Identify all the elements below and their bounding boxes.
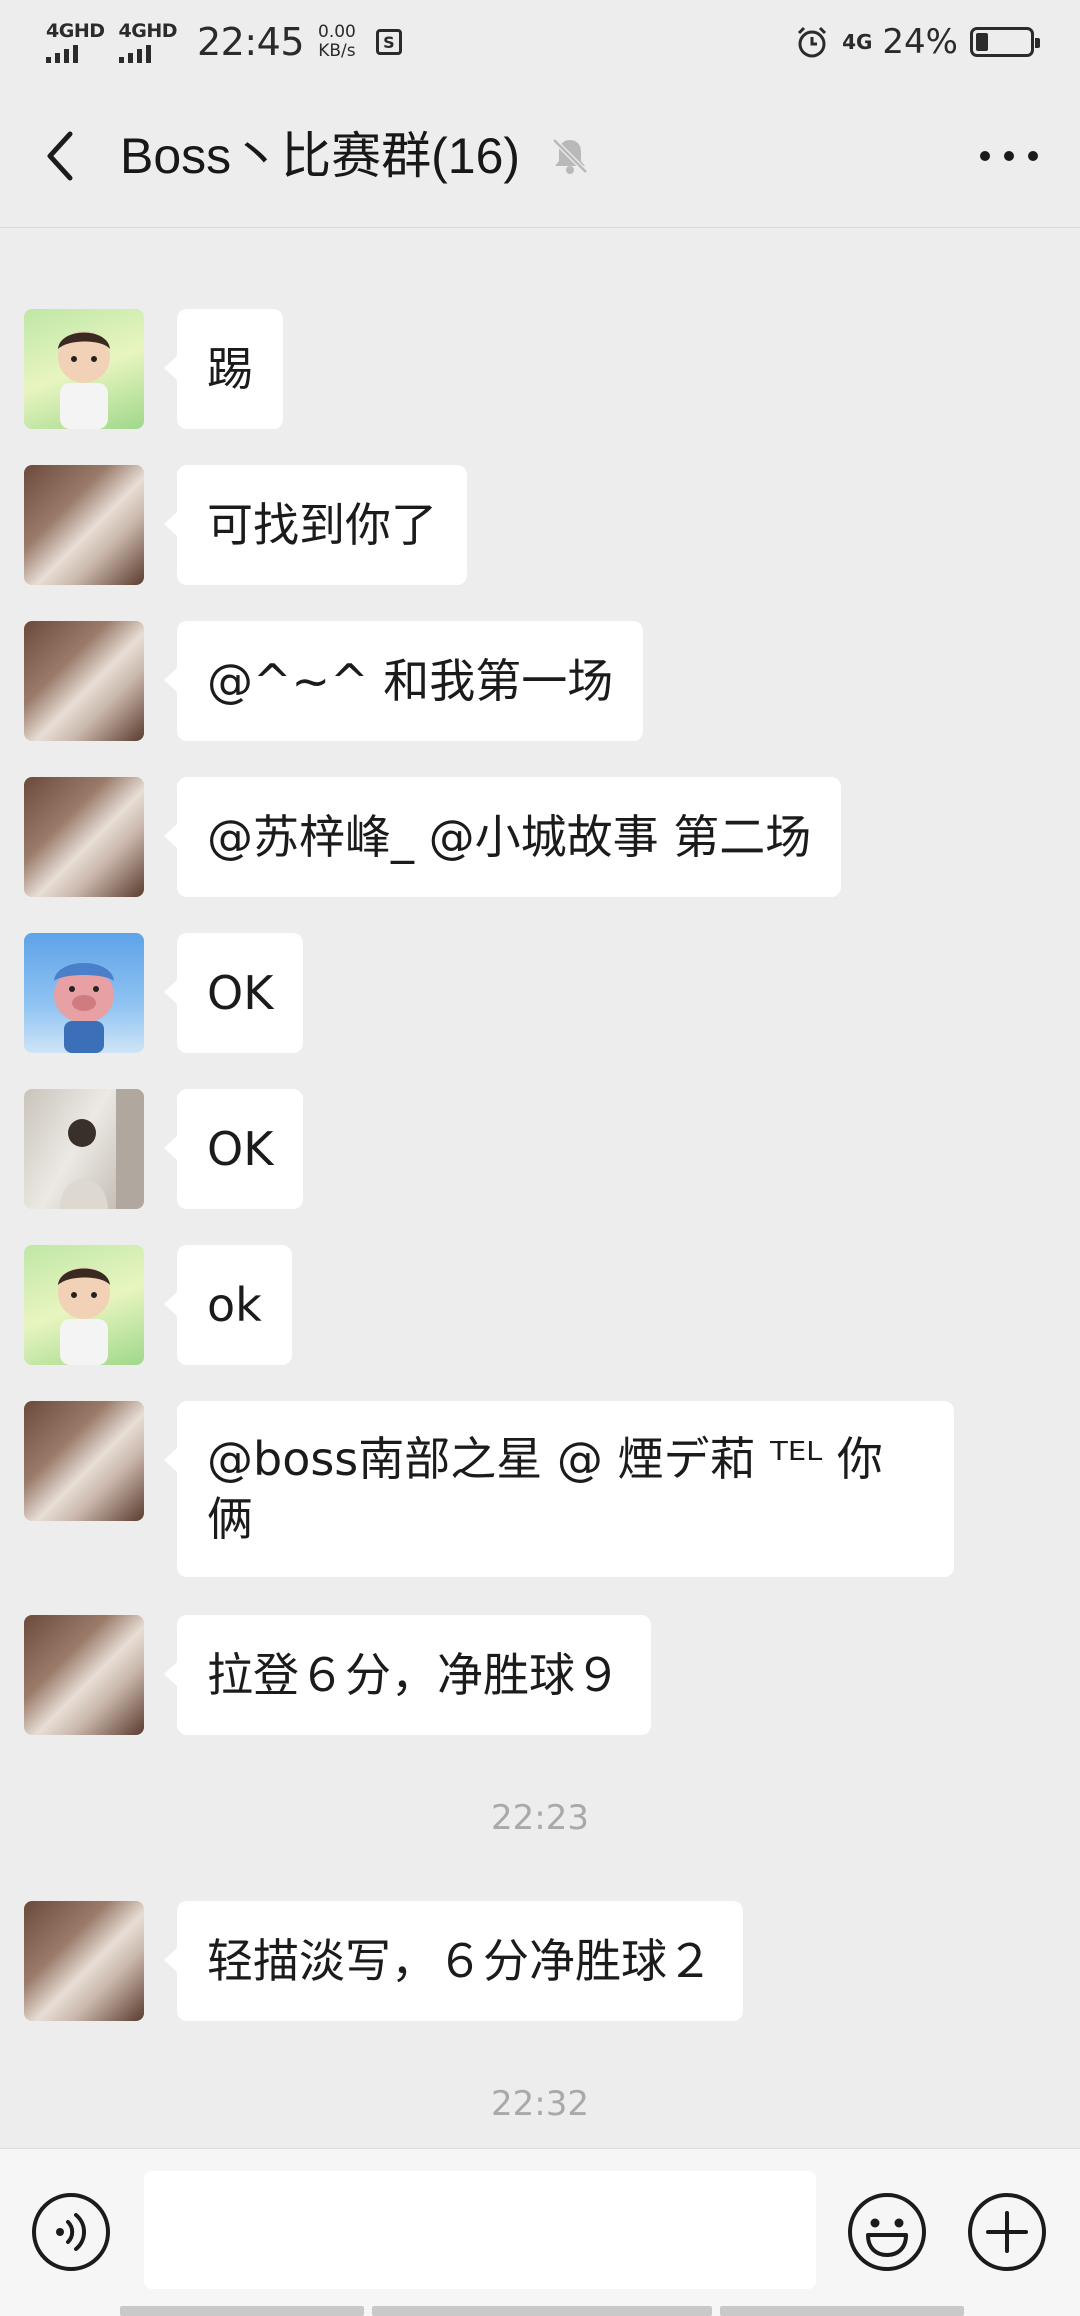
- message-bubble[interactable]: 轻描淡写，６分净胜球２: [164, 1901, 743, 2021]
- gesture-bar: [120, 2306, 972, 2316]
- battery-percent: 24%: [882, 22, 958, 62]
- message-text: 轻描淡写，６分净胜球２: [207, 1934, 713, 1988]
- battery-fill: [976, 33, 988, 51]
- sim2-signal-icon: 4GHD: [118, 20, 178, 63]
- speed-unit: KB/s: [318, 41, 356, 61]
- boy-avatar-art: [58, 1267, 110, 1365]
- message-bubble[interactable]: 踢: [164, 309, 283, 429]
- back-arrow-icon[interactable]: [36, 124, 84, 188]
- clock: 22:45: [197, 20, 305, 64]
- pig-avatar[interactable]: [24, 933, 144, 1053]
- message-bubble[interactable]: OK: [163, 933, 304, 1053]
- message-input[interactable]: [144, 2171, 816, 2289]
- alarm-icon: [798, 26, 827, 58]
- network-speed: 0.00 KB/s: [318, 23, 356, 61]
- input-bar: [0, 2148, 1080, 2316]
- message-text: @boss南部之星 @ 煙デ萂 ᵀᴱᴸ 你俩: [207, 1432, 883, 1546]
- girl-avatar[interactable]: [24, 465, 144, 585]
- girl-avatar[interactable]: [24, 777, 144, 897]
- pig-avatar-art: [54, 963, 114, 1053]
- message-bubble[interactable]: @^~^ 和我第一场: [163, 621, 644, 741]
- battery-icon: [970, 27, 1040, 57]
- message-bubble[interactable]: OK: [163, 1089, 304, 1209]
- message-bubble[interactable]: @苏梓峰_ @小城故事 第二场: [163, 777, 842, 897]
- girl-avatar[interactable]: [24, 1901, 144, 2021]
- message-bubble[interactable]: 拉登６分，净胜球９: [164, 1615, 651, 1735]
- girl-avatar[interactable]: [24, 1615, 144, 1735]
- message-text: 拉登６分，净胜球９: [207, 1648, 621, 1702]
- message-text: @^~^ 和我第一场: [207, 654, 614, 708]
- chat-header: Boss丶比赛群(16): [0, 84, 1080, 228]
- boy-avatar[interactable]: [24, 309, 144, 429]
- message-bubble[interactable]: @boss南部之星 @ 煙デ萂 ᵀᴱᴸ 你俩: [164, 1401, 954, 1577]
- girl-avatar[interactable]: [24, 1401, 144, 1521]
- chat-title: Boss丶比赛群(16): [120, 128, 521, 184]
- message-text: 可找到你了: [207, 498, 437, 552]
- message-bubble[interactable]: 可找到你了: [164, 465, 467, 585]
- speed-value: 0.00: [318, 22, 356, 42]
- message-bubble[interactable]: ok: [164, 1245, 292, 1365]
- status-left: 4GHD 4GHD 22:45 0.00 KB/s S: [46, 18, 402, 66]
- message-timestamp: 22:32: [491, 2084, 589, 2124]
- sim2-label: 4GHD: [118, 20, 178, 42]
- network-type-icon: 4G: [842, 30, 873, 54]
- muted-bell-icon: [552, 138, 588, 174]
- emoji-icon[interactable]: [846, 2191, 928, 2273]
- boy-avatar-art: [58, 331, 110, 429]
- man-avatar-art: [60, 1089, 144, 1209]
- sim1-signal-icon: 4GHD: [46, 21, 105, 63]
- sim1-label: 4GHD: [46, 20, 105, 42]
- plus-icon[interactable]: [966, 2191, 1048, 2273]
- message-text: OK: [207, 966, 274, 1020]
- s-app-icon: S: [375, 29, 402, 55]
- message-text: OK: [207, 1122, 274, 1176]
- message-text: ok: [207, 1278, 262, 1332]
- message-text: 踢: [207, 342, 253, 396]
- more-options-icon[interactable]: [972, 134, 1046, 178]
- man-avatar[interactable]: [24, 1089, 144, 1209]
- boy-avatar[interactable]: [24, 1245, 144, 1365]
- status-right: 4G 24%: [794, 18, 1040, 66]
- status-bar: 4GHD 4GHD 22:45 0.00 KB/s S 4G 24%: [0, 0, 1080, 84]
- girl-avatar[interactable]: [24, 621, 144, 741]
- message-timestamp: 22:23: [491, 1798, 589, 1838]
- voice-icon[interactable]: [30, 2191, 112, 2273]
- message-text: @苏梓峰_ @小城故事 第二场: [207, 810, 812, 864]
